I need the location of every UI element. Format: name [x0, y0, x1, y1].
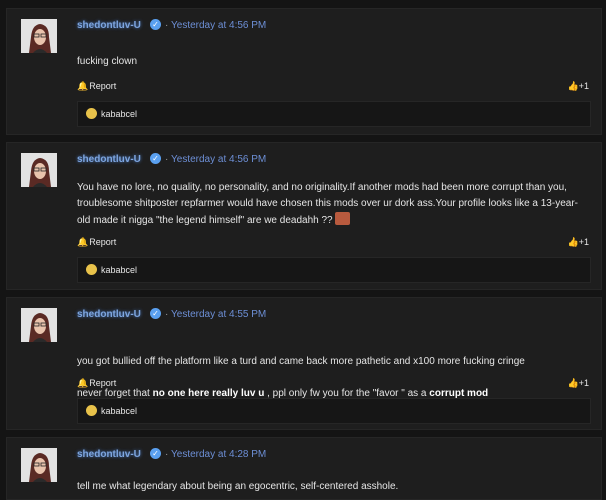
username[interactable]: shedontluv-U — [77, 20, 141, 31]
post-timestamp[interactable]: Yesterday at 4:55 PM — [171, 309, 266, 320]
post-message: fucking clown — [77, 56, 138, 67]
report-button[interactable]: 🔔Report — [77, 81, 116, 92]
thumbs-up-icon: 👍 — [567, 81, 579, 91]
like-count: +1 — [578, 81, 589, 91]
like-button[interactable]: 👍+1 — [568, 378, 589, 389]
username[interactable]: shedontluv-U — [77, 449, 141, 460]
username[interactable]: shedontluv-U — [77, 154, 141, 165]
post-message: You have no lore, no quality, no persona… — [77, 180, 591, 229]
thread: shedontluv-U ✓ · Yesterday at 4:56 PM fu… — [0, 0, 606, 500]
avatar[interactable] — [21, 19, 57, 53]
reaction-bar: kababcel — [77, 398, 591, 424]
angry-emoji-icon — [334, 212, 350, 225]
separator: · — [165, 309, 169, 320]
report-label: Report — [89, 237, 117, 247]
post-timestamp[interactable]: Yesterday at 4:56 PM — [171, 20, 266, 31]
avatar[interactable] — [21, 153, 57, 187]
report-label: Report — [89, 378, 117, 388]
bell-icon: 🔔 — [77, 237, 89, 247]
report-button[interactable]: 🔔Report — [77, 237, 116, 248]
like-button[interactable]: 👍+1 — [568, 237, 589, 248]
reaction-bar: kababcel — [77, 101, 591, 127]
reaction-user[interactable]: kababcel — [101, 406, 137, 416]
like-count: +1 — [578, 237, 589, 247]
post: shedontluv-U ✓ · Yesterday at 4:28 PM te… — [6, 437, 602, 500]
verified-icon: ✓ — [150, 308, 161, 319]
separator: · — [165, 20, 169, 31]
laugh-emoji-icon — [86, 405, 97, 416]
report-button[interactable]: 🔔Report — [77, 378, 116, 389]
separator: · — [165, 154, 169, 165]
verified-icon: ✓ — [150, 448, 161, 459]
bell-icon: 🔔 — [77, 378, 89, 388]
reaction-user[interactable]: kababcel — [101, 265, 137, 275]
separator: · — [165, 449, 169, 460]
post: shedontluv-U ✓ · Yesterday at 4:55 PM yo… — [6, 297, 602, 430]
thumbs-up-icon: 👍 — [567, 378, 579, 388]
post: shedontluv-U ✓ · Yesterday at 4:56 PM fu… — [6, 8, 602, 135]
post-message: tell me what legendary about being an eg… — [77, 481, 399, 492]
reaction-user[interactable]: kababcel — [101, 109, 137, 119]
report-label: Report — [89, 81, 117, 91]
post-message-line: you got bullied off the platform like a … — [77, 356, 525, 367]
username[interactable]: shedontluv-U — [77, 309, 141, 320]
like-button[interactable]: 👍+1 — [568, 81, 589, 92]
reaction-bar: kababcel — [77, 257, 591, 283]
verified-icon: ✓ — [150, 153, 161, 164]
avatar[interactable] — [21, 448, 57, 482]
avatar[interactable] — [21, 308, 57, 342]
bell-icon: 🔔 — [77, 81, 89, 91]
post-timestamp[interactable]: Yesterday at 4:56 PM — [171, 154, 266, 165]
like-count: +1 — [578, 378, 589, 388]
laugh-emoji-icon — [86, 264, 97, 275]
post-timestamp[interactable]: Yesterday at 4:28 PM — [171, 449, 266, 460]
thumbs-up-icon: 👍 — [567, 237, 579, 247]
laugh-emoji-icon — [86, 108, 97, 119]
post: shedontluv-U ✓ · Yesterday at 4:56 PM Yo… — [6, 142, 602, 290]
post-message-text: You have no lore, no quality, no persona… — [77, 182, 578, 226]
verified-icon: ✓ — [150, 19, 161, 30]
